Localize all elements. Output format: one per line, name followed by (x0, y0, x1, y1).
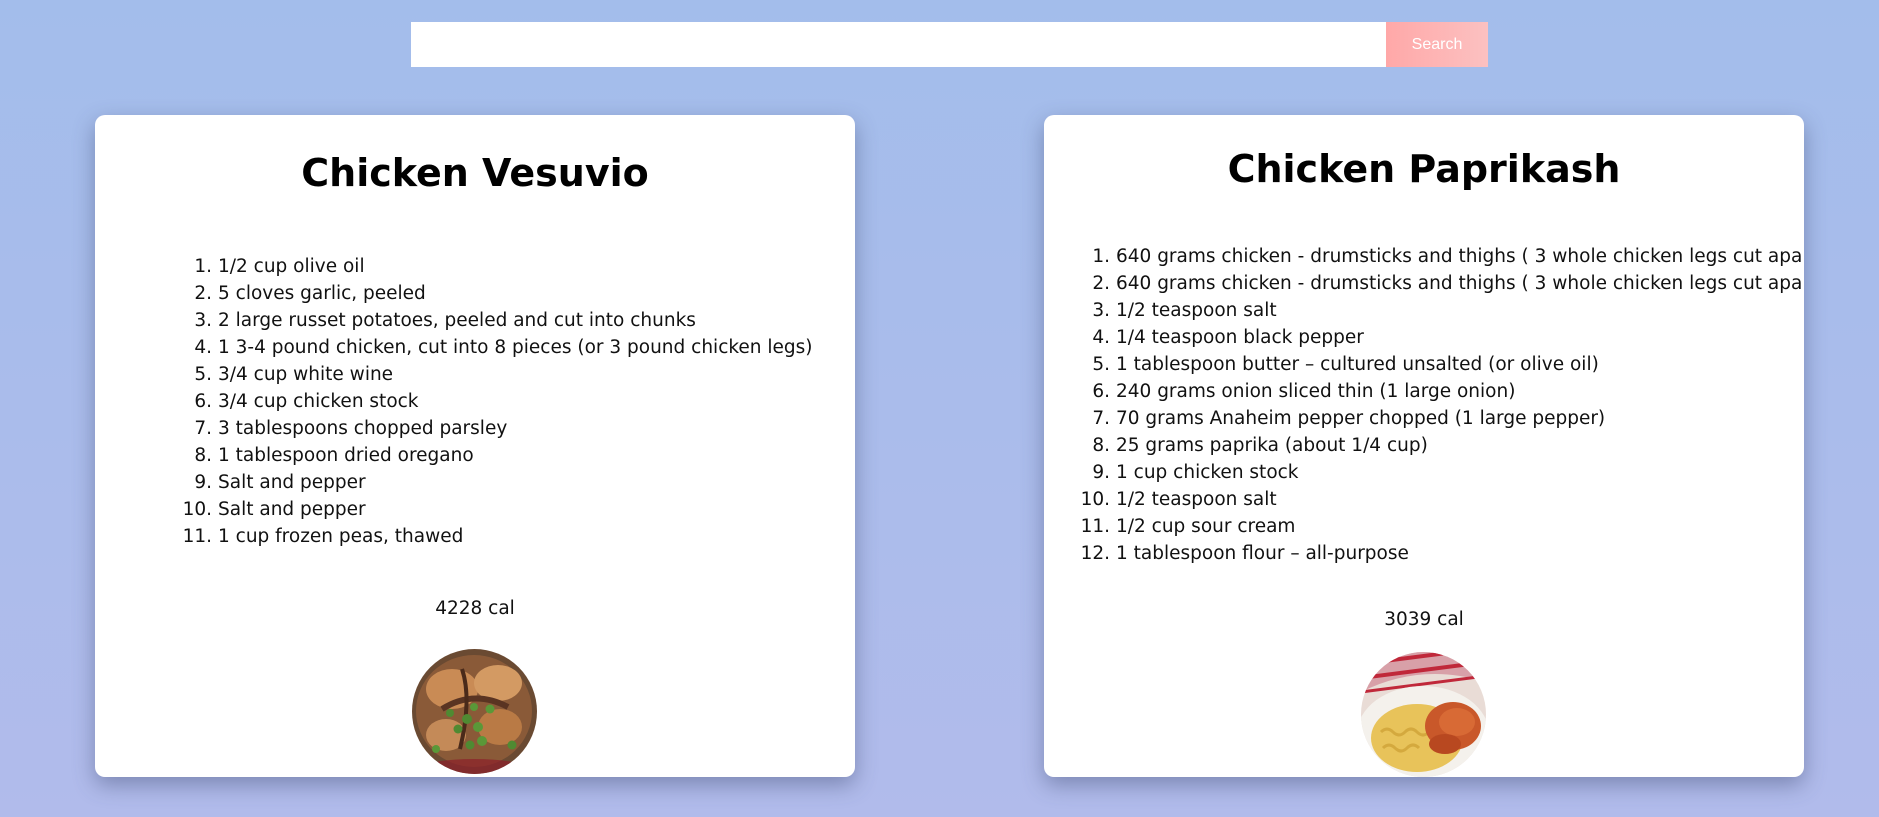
calorie-count: 4228 cal (435, 598, 515, 619)
ingredient-item: 1 cup frozen peas, thawed (183, 523, 464, 550)
ingredient-item: 640 grams chicken - drumsticks and thigh… (1092, 243, 1804, 270)
ingredient-item: Salt and pepper (194, 469, 366, 496)
ingredient-item: 1 cup chicken stock (1092, 459, 1299, 486)
ingredient-item: 640 grams chicken - drumsticks and thigh… (1092, 270, 1804, 297)
ingredient-item: 1/2 teaspoon salt (1092, 297, 1277, 324)
ingredient-item: 1 tablespoon butter – cultured unsalted … (1092, 351, 1599, 378)
recipe-card-chicken-paprikash: Chicken Paprikash 640 grams chicken - dr… (1044, 115, 1804, 777)
recipe-image (412, 649, 537, 774)
ingredient-item: Salt and pepper (183, 496, 366, 523)
ingredient-item: 25 grams paprika (about 1/4 cup) (1092, 432, 1428, 459)
recipe-title: Chicken Paprikash (1227, 147, 1621, 191)
calorie-count: 3039 cal (1384, 609, 1464, 630)
search-input[interactable] (411, 22, 1386, 67)
ingredient-item: 3/4 cup chicken stock (194, 388, 419, 415)
ingredient-list: 1/2 cup olive oil 5 cloves garlic, peele… (183, 253, 813, 550)
ingredient-item: 3/4 cup white wine (194, 361, 394, 388)
search-button[interactable]: Search (1386, 22, 1488, 67)
ingredient-item: 240 grams onion sliced thin (1 large oni… (1092, 378, 1516, 405)
recipe-title: Chicken Vesuvio (301, 151, 649, 195)
ingredient-item: 1/2 teaspoon salt (1081, 486, 1277, 513)
ingredient-list: 640 grams chicken - drumsticks and thigh… (1081, 243, 1804, 567)
ingredient-item: 1/2 cup sour cream (1081, 513, 1296, 540)
recipe-photo-chicken-paprikash (1361, 652, 1486, 777)
ingredient-item: 3 tablespoons chopped parsley (194, 415, 508, 442)
ingredient-item: 1 tablespoon dried oregano (194, 442, 474, 469)
ingredient-item: 1/2 cup olive oil (194, 253, 365, 280)
ingredient-item: 1 3-4 pound chicken, cut into 8 pieces (… (194, 334, 813, 361)
search-bar: Search (411, 22, 1488, 67)
ingredient-item: 2 large russet potatoes, peeled and cut … (194, 307, 696, 334)
ingredient-item: 5 cloves garlic, peeled (194, 280, 426, 307)
recipe-card-chicken-vesuvio: Chicken Vesuvio 1/2 cup olive oil 5 clov… (95, 115, 855, 777)
ingredient-item: 70 grams Anaheim pepper chopped (1 large… (1092, 405, 1606, 432)
recipe-photo-chicken-vesuvio (412, 649, 537, 774)
recipe-image (1361, 652, 1486, 777)
ingredient-item: 1 tablespoon flour – all-purpose (1081, 540, 1409, 567)
ingredient-item: 1/4 teaspoon black pepper (1092, 324, 1364, 351)
